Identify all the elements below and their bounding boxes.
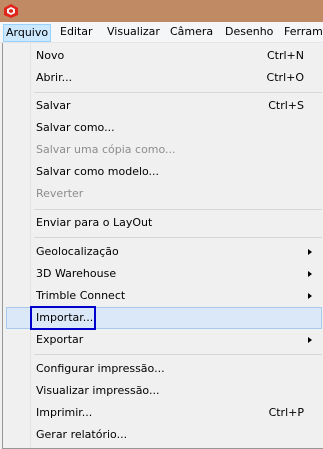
sketchup-icon[interactable]: [3, 3, 19, 19]
menu-item-label: Geolocalização: [36, 245, 119, 258]
menu-item-reverter: Reverter: [6, 183, 322, 205]
menu-item-label: Trimble Connect: [36, 289, 126, 302]
menu-item-configurar-impressao[interactable]: Configurar impressão...: [6, 358, 322, 380]
menu-item-label: Salvar uma cópia como...: [36, 143, 176, 156]
menu-item-shortcut: Ctrl+S: [268, 99, 304, 112]
title-bar: [0, 0, 323, 22]
menu-item-3d-warehouse[interactable]: 3D Warehouse: [6, 263, 322, 285]
menu-visualizar[interactable]: Visualizar: [104, 24, 163, 42]
menu-ferramentas[interactable]: Ferram: [281, 24, 323, 42]
submenu-arrow-icon: [308, 249, 312, 255]
menu-item-label: Enviar para o LayOut: [36, 216, 153, 229]
submenu-arrow-icon: [308, 271, 312, 277]
menu-separator: [34, 237, 322, 238]
menu-item-abrir[interactable]: Abrir... Ctrl+O: [6, 67, 322, 89]
menu-separator: [34, 92, 322, 93]
menu-item-label: Salvar: [36, 99, 71, 112]
menu-camera[interactable]: Câmera: [167, 24, 216, 42]
menu-editar[interactable]: Editar: [57, 24, 96, 42]
menu-arquivo[interactable]: Arquivo: [3, 24, 52, 42]
menu-item-visualizar-impressao[interactable]: Visualizar impressão...: [6, 380, 322, 402]
menu-item-shortcut: Ctrl+O: [266, 71, 304, 84]
menu-desenho-label: Desenho: [225, 25, 274, 38]
highlight-box: [30, 306, 96, 330]
menu-bar: Arquivo Editar Visualizar Câmera Desenho…: [0, 22, 323, 43]
menu-visualizar-label: Visualizar: [107, 25, 160, 38]
file-menu-dropdown: Novo Ctrl+N Abrir... Ctrl+O Salvar Ctrl+…: [2, 43, 323, 449]
menu-item-label: Visualizar impressão...: [36, 384, 160, 397]
menu-item-label: Configurar impressão...: [36, 362, 165, 375]
menu-item-label: Imprimir...: [36, 406, 93, 419]
menu-item-shortcut: Ctrl+N: [266, 49, 304, 62]
menu-separator: [34, 354, 322, 355]
menu-camera-label: Câmera: [170, 25, 214, 38]
menu-editar-label: Editar: [60, 25, 93, 38]
menu-item-salvar[interactable]: Salvar Ctrl+S: [6, 95, 322, 117]
menu-desenho[interactable]: Desenho: [222, 24, 276, 42]
menu-item-label: 3D Warehouse: [36, 267, 117, 280]
menu-item-label: Salvar como modelo...: [36, 165, 160, 178]
menu-item-shortcut: Ctrl+P: [268, 406, 304, 419]
menu-item-label: Exportar: [36, 333, 84, 346]
menu-item-salvar-como[interactable]: Salvar como...: [6, 117, 322, 139]
menu-item-label: Novo: [36, 49, 65, 62]
menu-item-imprimir[interactable]: Imprimir... Ctrl+P: [6, 402, 322, 424]
menu-arquivo-label: Arquivo: [6, 26, 49, 39]
menu-item-label: Gerar relatório...: [36, 428, 128, 441]
menu-item-label: Abrir...: [36, 71, 73, 84]
menu-item-enviar-layout[interactable]: Enviar para o LayOut: [6, 212, 322, 234]
submenu-arrow-icon: [308, 337, 312, 343]
menu-item-exportar[interactable]: Exportar: [6, 329, 322, 351]
menu-ferramentas-label: Ferram: [284, 25, 323, 38]
menu-item-gerar-relatorio[interactable]: Gerar relatório...: [6, 424, 322, 446]
submenu-arrow-icon: [308, 293, 312, 299]
menu-item-novo[interactable]: Novo Ctrl+N: [6, 45, 322, 67]
menu-item-salvar-modelo[interactable]: Salvar como modelo...: [6, 161, 322, 183]
menu-item-geolocalizacao[interactable]: Geolocalização: [6, 241, 322, 263]
menu-item-salvar-copia: Salvar uma cópia como...: [6, 139, 322, 161]
menu-separator: [34, 209, 322, 210]
menu-item-label: Salvar como...: [36, 121, 115, 134]
menu-item-trimble-connect[interactable]: Trimble Connect: [6, 285, 322, 307]
menu-item-label: Reverter: [36, 187, 84, 200]
